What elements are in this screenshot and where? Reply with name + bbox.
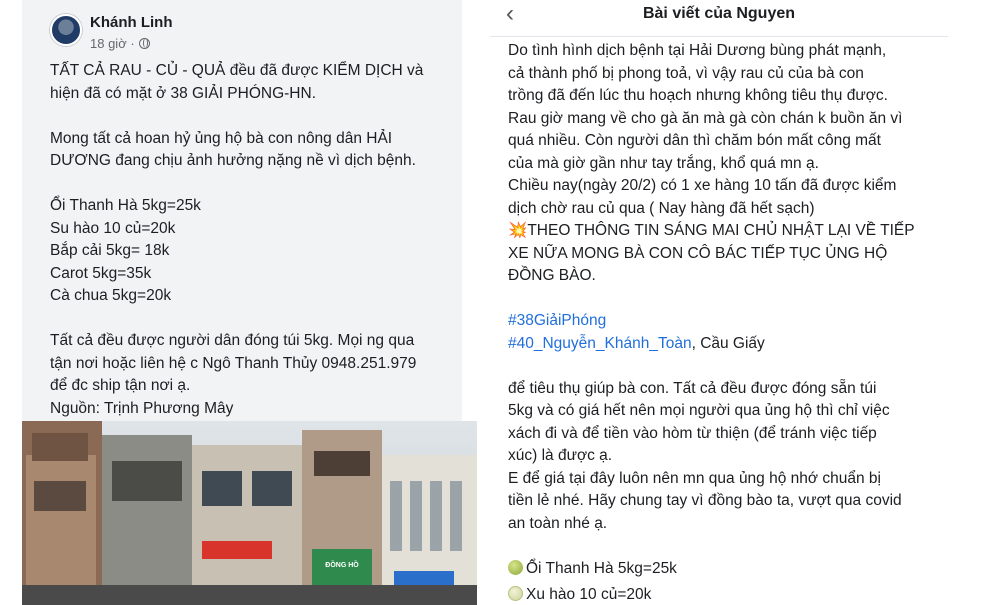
post-line: DƯƠNG đang chịu ảnh hưởng nặng nề vì dịc… — [50, 152, 416, 169]
post-line: Mong tất cả hoan hỷ ủng hộ bà con nông d… — [50, 129, 393, 147]
post-line: E để giá tại đây luôn nên mn qua ủng hộ … — [508, 469, 881, 487]
explosion-icon: 💥 — [508, 222, 528, 239]
post-line: cả thành phố bị phong toả, vì vậy rau củ… — [508, 64, 864, 82]
post-line: xách đi và để tiền vào hòm từ thiện (để … — [508, 424, 877, 442]
hashtag-link[interactable]: #38GiảiPhóng — [508, 312, 606, 329]
price-item: Su hào 10 củ=20k — [50, 219, 176, 237]
post-line: của mà giờ gần như tay trắng, khổ quá mn… — [508, 154, 819, 172]
shop-sign: ĐỒNG HỒ — [325, 562, 359, 569]
price-item: Ổi Thanh Hà 5kg=25k — [50, 197, 201, 214]
price-item: Carot 5kg=35k — [50, 264, 152, 282]
post-line: trồng đã đến lúc thu hoạch nhưng không t… — [508, 87, 888, 104]
post-line: tiền lẻ nhé. Hãy chung tay vì đồng bào t… — [508, 492, 902, 509]
alert-line: 💥THEO THÔNG TIN SÁNG MAI CHỦ NHẬT LẠI VỀ… — [508, 222, 915, 239]
price-item: Cà chua 5kg=20k — [50, 287, 172, 304]
post-line: Do tình hình dịch bệnh tại Hải Dương bùn… — [508, 42, 887, 59]
avatar[interactable] — [50, 14, 82, 46]
post-line: để đc ship tận nơi ạ. — [50, 377, 191, 394]
post-line: dịch chờ rau củ qua ( Nay hàng đã hết sạ… — [508, 199, 815, 217]
post-body: Do tình hình dịch bệnh tại Hải Dương bùn… — [508, 40, 948, 605]
top-bar: ‹ Bài viết của Nguyen — [490, 0, 948, 32]
divider — [490, 36, 948, 37]
guava-icon — [508, 559, 523, 575]
post-line: quá nhiều. Còn người dân thì chăm bón mấ… — [508, 132, 881, 149]
alert-line: XE NỮA MONG BÀ CON CÔ BÁC TIẾP TỤC ỦNG H… — [508, 244, 888, 262]
post-line: Tất cả đều được người dân đóng túi 5kg. … — [50, 332, 415, 349]
post-line: an toàn nhé ạ. — [508, 514, 608, 532]
post-line: 5kg và có giá hết nên mọi người qua ủng … — [508, 402, 890, 419]
post-line: Rau giờ mang về cho gà ăn mà gà còn chán… — [508, 109, 903, 127]
price-item: Ổi Thanh Hà 5kg=25k — [508, 558, 948, 581]
post-source: Nguồn: Trịnh Phương Mây — [50, 399, 234, 417]
kohlrabi-icon — [508, 586, 523, 601]
post-line: xúc) là được ạ. — [508, 447, 613, 464]
price-item: Bắp cải 5kg= 18k — [50, 242, 170, 259]
street-photo[interactable]: ĐỒNG HỒ — [22, 421, 477, 605]
post-line: tận nơi hoặc liên hệ c Ngô Thanh Thủy 09… — [50, 354, 417, 372]
post-body: TẤT CẢ RAU - CỦ - QUẢ đều đã được KIỂM D… — [50, 60, 455, 420]
location-text: , Cầu Giấy — [691, 334, 765, 352]
post-line: TẤT CẢ RAU - CỦ - QUẢ đều đã được KIỂM D… — [50, 62, 424, 79]
post-line: Chiều nay(ngày 20/2) có 1 xe hàng 10 tấn… — [508, 177, 897, 194]
price-item: Xu hào 10 củ=20k — [508, 584, 948, 605]
post-line: hiện đã có mặt ở 38 GIẢI PHÓNG-HN. — [50, 84, 317, 102]
right-post-panel: ‹ Bài viết của Nguyen Do tình hình dịch … — [490, 0, 948, 605]
alert-line: ĐỒNG BÀO. — [508, 267, 596, 284]
author-name[interactable]: Khánh Linh — [90, 14, 173, 31]
post-time[interactable]: 18 giờ · — [90, 36, 135, 51]
post-line: để tiêu thụ giúp bà con. Tất cả đều được… — [508, 379, 877, 397]
hashtag-link[interactable]: #40_Nguyễn_Khánh_Toàn — [508, 335, 692, 352]
post-meta: 18 giờ · — [90, 36, 150, 51]
globe-icon — [138, 38, 150, 49]
page-title: Bài viết của Nguyen — [642, 5, 796, 22]
